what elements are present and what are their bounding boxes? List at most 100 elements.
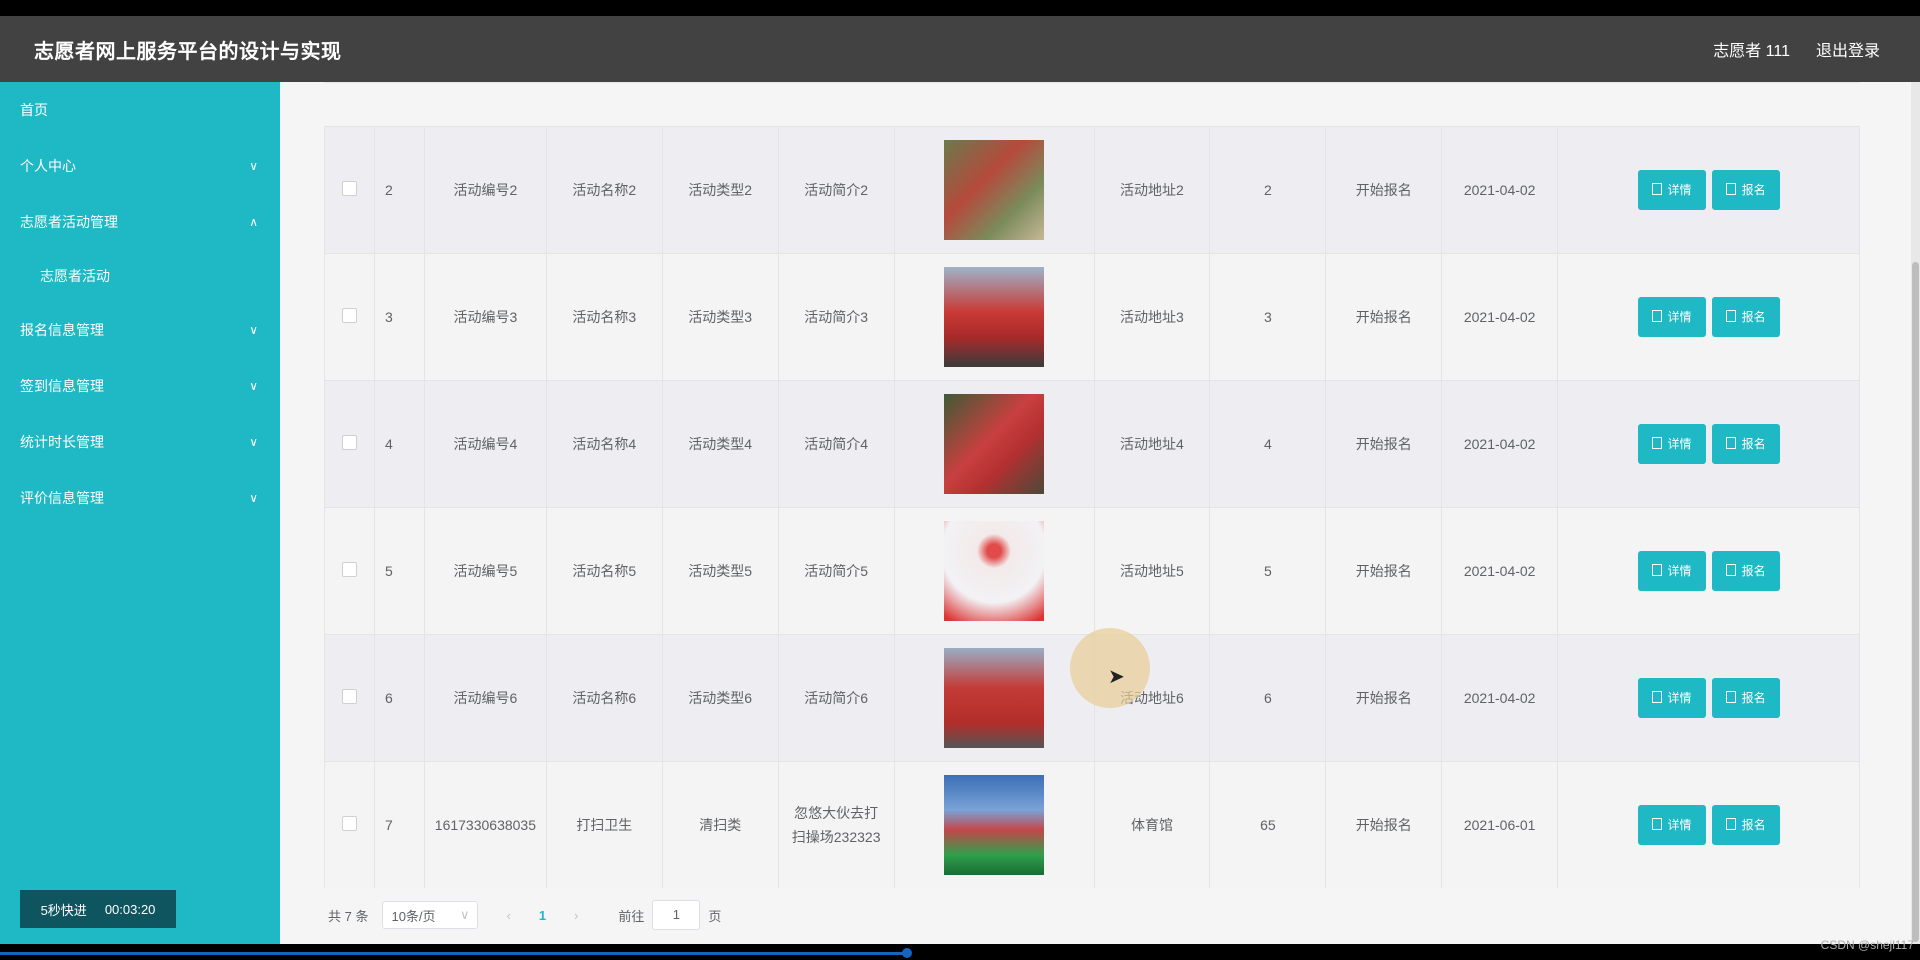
video-letterbox-top <box>0 0 1920 16</box>
current-user[interactable]: 志愿者 111 <box>1713 37 1790 61</box>
signup-button[interactable]: 报名 <box>1711 551 1780 591</box>
activity-image <box>944 267 1045 367</box>
scrollbar-thumb[interactable] <box>1912 262 1919 942</box>
row-checkbox[interactable] <box>341 689 357 704</box>
sidebar-item-label: 统计时长管理 <box>20 434 104 450</box>
activity-code: 1617330638035 <box>423 761 547 888</box>
detail-button[interactable]: 详情 <box>1637 678 1706 718</box>
detail-label: 详情 <box>1667 691 1692 705</box>
activity-count: 5 <box>1209 507 1327 635</box>
row-checkbox[interactable] <box>341 181 357 196</box>
row-checkbox[interactable] <box>341 435 357 450</box>
activity-count: 4 <box>1209 380 1327 508</box>
activity-image <box>944 140 1045 240</box>
row-checkbox[interactable] <box>341 562 357 577</box>
activity-date: 2021-04-02 <box>1441 634 1559 762</box>
sidebar-item-label: 评价信息管理 <box>20 490 104 506</box>
activity-status: 开始报名 <box>1325 761 1443 888</box>
activity-date: 2021-04-02 <box>1441 126 1559 254</box>
video-progress-bar[interactable] <box>0 952 910 955</box>
table-row <box>324 82 1860 83</box>
activity-name: 活动名称4 <box>545 380 663 508</box>
activity-count: 65 <box>1209 761 1327 888</box>
mouse-cursor-icon: ➤ <box>1108 666 1125 688</box>
detail-button[interactable]: 详情 <box>1637 424 1706 464</box>
activity-address: 体育馆 <box>1093 761 1211 888</box>
sidebar-item-home[interactable]: 首页 <box>0 82 280 138</box>
watermark: CSDN @shejl117 <box>1820 938 1914 952</box>
logout-link[interactable]: 退出登录 <box>1816 37 1880 61</box>
activity-count: 3 <box>1209 253 1327 381</box>
pagination: 共 7 条 10条/页 ∨ ‹ 1 › 前往 1 页 <box>328 900 721 930</box>
sidebar-item-duration-management[interactable]: 统计时长管理 ∨ <box>0 414 280 470</box>
table-row: 5 活动编号5 活动名称5 活动类型5 活动简介5 活动地址5 5 开始报名 2021-04-0… <box>324 507 1860 635</box>
activity-date: 2021-04-02 <box>1441 507 1559 635</box>
detail-button[interactable]: 详情 <box>1637 805 1706 845</box>
activity-count: 6 <box>1209 634 1327 762</box>
row-checkbox[interactable] <box>341 816 357 831</box>
activity-status: 开始报名 <box>1325 507 1443 635</box>
signup-button[interactable]: 报名 <box>1711 678 1780 718</box>
activity-code: 活动编号4 <box>423 380 547 508</box>
document-icon <box>1651 818 1662 830</box>
next-page-icon[interactable]: › <box>574 908 578 923</box>
activity-name: 活动名称2 <box>545 126 663 254</box>
page-number[interactable]: 1 <box>539 908 546 923</box>
detail-button[interactable]: 详情 <box>1637 551 1706 591</box>
video-progress-knob[interactable] <box>902 948 912 958</box>
activity-image <box>944 521 1045 621</box>
sidebar-item-checkin-management[interactable]: 签到信息管理 ∨ <box>0 358 280 414</box>
activity-status: 开始报名 <box>1325 634 1443 762</box>
activity-image <box>944 775 1045 875</box>
table-row: 3 活动编号3 活动名称3 活动类型3 活动简介3 活动地址3 3 开始报名 2021-04-0… <box>324 253 1860 381</box>
table-row: 4 活动编号4 活动名称4 活动类型4 活动简介4 活动地址4 4 开始报名 2021-04-0… <box>324 380 1860 508</box>
document-icon <box>1725 818 1736 830</box>
document-icon <box>1651 564 1662 576</box>
activity-type: 活动类型5 <box>661 507 779 635</box>
row-index: 3 <box>373 253 425 381</box>
detail-label: 详情 <box>1667 310 1692 324</box>
activity-date: 2021-04-02 <box>1441 380 1559 508</box>
app-header: 志愿者网上服务平台的设计与实现 志愿者 111 退出登录 <box>0 16 1920 82</box>
page-size-select[interactable]: 10条/页 ∨ <box>382 901 479 929</box>
page-unit: 页 <box>708 908 722 924</box>
activity-date: 2021-06-01 <box>1441 761 1559 888</box>
document-icon <box>1725 310 1736 322</box>
table-row: 2 活动编号2 活动名称2 活动类型2 活动简介2 活动地址2 2 开始报名 2021-04-0… <box>324 126 1860 254</box>
detail-label: 详情 <box>1667 564 1692 578</box>
sidebar-subitem-volunteer-activity[interactable]: 志愿者活动 <box>0 250 280 302</box>
goto-label: 前往 <box>618 908 645 924</box>
document-icon <box>1651 691 1662 703</box>
sidebar-item-label: 志愿者活动 <box>40 268 110 284</box>
activity-code: 活动编号3 <box>423 253 547 381</box>
document-icon <box>1725 691 1736 703</box>
fast-forward-button[interactable]: 5秒快进 00:03:20 <box>20 890 176 928</box>
signup-button[interactable]: 报名 <box>1711 424 1780 464</box>
timer: 00:03:20 <box>104 901 156 917</box>
activity-status: 开始报名 <box>1325 126 1443 254</box>
prev-page-icon[interactable]: ‹ <box>506 908 510 923</box>
activity-image <box>944 648 1045 748</box>
activity-intro: 活动简介3 <box>777 253 895 381</box>
signup-button[interactable]: 报名 <box>1711 297 1780 337</box>
page-size-value: 10条/页 <box>391 908 436 924</box>
activity-name: 活动名称5 <box>545 507 663 635</box>
signup-button[interactable]: 报名 <box>1711 805 1780 845</box>
document-icon <box>1651 310 1662 322</box>
goto-page-input[interactable]: 1 <box>652 900 701 930</box>
signup-button[interactable]: 报名 <box>1711 170 1780 210</box>
sidebar-item-personal-center[interactable]: 个人中心 ∨ <box>0 138 280 194</box>
signup-label: 报名 <box>1741 691 1766 705</box>
row-checkbox[interactable] <box>341 308 357 323</box>
activity-intro: 活动简介6 <box>777 634 895 762</box>
sidebar-item-signup-management[interactable]: 报名信息管理 ∨ <box>0 302 280 358</box>
sidebar-item-review-management[interactable]: 评价信息管理 ∨ <box>0 470 280 526</box>
sidebar-item-activity-management[interactable]: 志愿者活动管理 ∧ <box>0 194 280 250</box>
document-icon <box>1725 437 1736 449</box>
sidebar-item-label: 报名信息管理 <box>20 322 104 338</box>
activity-code: 活动编号5 <box>423 507 547 635</box>
page-scrollbar[interactable] <box>1911 82 1920 944</box>
detail-button[interactable]: 详情 <box>1637 297 1706 337</box>
detail-button[interactable]: 详情 <box>1637 170 1706 210</box>
table-row: 7 1617330638035 打扫卫生 清扫类 忽悠大伙去打扫操场232323 体育馆 6… <box>324 761 1860 888</box>
